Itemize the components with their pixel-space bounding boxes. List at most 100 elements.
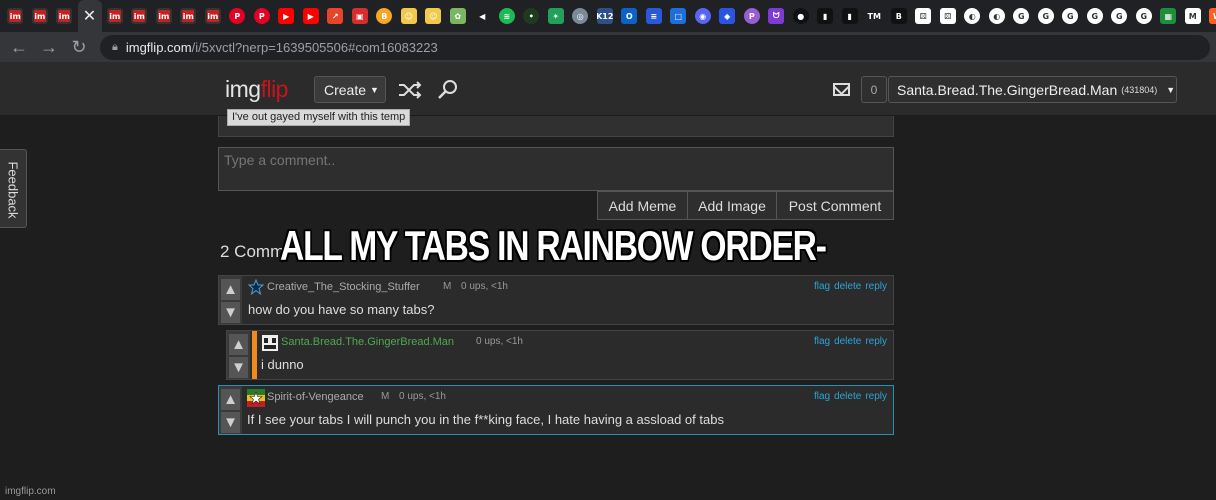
upvote-arrow-icon[interactable]: ▲ [221,389,240,410]
star-avatar-icon [248,279,264,295]
browser-tab[interactable]: ▣ [349,0,372,32]
browser-tab[interactable]: B [888,0,911,32]
delete-link[interactable]: delete [834,281,861,292]
user-menu-button[interactable]: Santa.Bread.The.GingerBread.Man (431804)… [888,76,1177,103]
close-tab-icon[interactable]: ✕ [83,6,96,26]
flag-link[interactable]: flag [814,391,830,402]
comment-actions: flag delete reply [810,281,887,292]
browser-tab[interactable]: W [1206,0,1216,32]
reply-link[interactable]: reply [865,336,887,347]
browser-tab[interactable]: P [251,0,274,32]
browser-tab[interactable]: im [177,0,200,32]
browser-tab[interactable]: im [128,0,151,32]
search-icon[interactable] [436,79,460,101]
browser-tab[interactable]: ● [790,0,813,32]
browser-tab[interactable]: ▶ [300,0,323,32]
browser-tab[interactable]: G [1108,0,1131,32]
google-favicon: G [1135,8,1152,24]
browser-tab[interactable]: im [153,0,176,32]
reload-icon[interactable]: ↻ [64,32,94,62]
browser-tab[interactable]: ◐ [986,0,1009,32]
browser-tab[interactable]: ◉ [692,0,715,32]
browser-tab[interactable]: ◎ [569,0,592,32]
browser-tab[interactable]: ✦ [545,0,568,32]
browser-tab[interactable]: ◆ [716,0,739,32]
downvote-arrow-icon[interactable]: ▼ [221,412,240,433]
add-image-button[interactable]: Add Image [687,191,777,220]
create-button[interactable]: Create ▼ [314,76,386,103]
browser-tab[interactable]: P [741,0,764,32]
image-tag[interactable]: I've out gayed myself with this temp [227,109,411,126]
browser-tab[interactable]: im [202,0,225,32]
delete-link[interactable]: delete [834,391,861,402]
feedback-tab[interactable]: Feedback [0,149,27,228]
browser-tab[interactable]: im [4,0,27,32]
browser-tab[interactable]: ⚄ [912,0,935,32]
browser-tab[interactable]: ≋ [496,0,519,32]
downvote-arrow-icon[interactable]: ▼ [221,302,240,323]
comment-input[interactable] [218,147,894,191]
browser-tab[interactable]: K12 [594,0,617,32]
browser-tab[interactable]: im [53,0,76,32]
browser-tab[interactable]: M [1182,0,1205,32]
browser-tab[interactable]: O [618,0,641,32]
comment-username[interactable]: Spirit-of-Vengeance [267,391,364,403]
post-comment-button[interactable]: Post Comment [776,191,894,220]
upvote-arrow-icon[interactable]: ▲ [221,279,240,300]
browser-tab[interactable]: ◐ [961,0,984,32]
white-globe-favicon: ◐ [988,8,1005,24]
browser-tab[interactable]: TM [863,0,886,32]
browser-tab[interactable]: ⚄ [937,0,960,32]
browser-tab-active[interactable]: ✕ [77,0,102,32]
upvote-arrow-icon[interactable]: ▲ [229,334,248,355]
comment-meta: 0 ups, <1h [399,391,446,402]
browser-tab[interactable]: ↗ [324,0,347,32]
browser-tab[interactable]: P [226,0,249,32]
imgflip-logo[interactable]: imgflip [225,76,288,103]
comment-reply: ▲ ▼ Santa.Bread.The.GingerBread.Man 0 up… [226,330,894,380]
comment-gender: M [443,281,452,292]
browser-tab[interactable]: ▮ [839,0,862,32]
browser-tab[interactable]: im [29,0,52,32]
comment-text: If I see your tabs I will punch you in t… [247,412,724,427]
comment-username[interactable]: Santa.Bread.The.GingerBread.Man [281,336,454,348]
back-arrow-icon[interactable]: ← [4,32,34,62]
browser-tab[interactable]: ☺ [398,0,421,32]
browser-tab[interactable]: ✿ [447,0,470,32]
imgflip-favicon: im [131,8,148,24]
browser-tab[interactable]: G [1084,0,1107,32]
comment-username[interactable]: Creative_The_Stocking_Stuffer [267,281,420,293]
flag-link[interactable]: flag [814,336,830,347]
reply-link[interactable]: reply [865,281,887,292]
browser-tab[interactable]: ▦ [1157,0,1180,32]
browser-toolbar: ← → ↻ 🔒︎ imgflip.com/i/5xvctl?nerp=16395… [0,32,1216,62]
browser-tab[interactable]: ≡ [643,0,666,32]
comments-count: 2 Comm [220,242,285,261]
address-bar[interactable]: 🔒︎ imgflip.com/i/5xvctl?nerp=1639505506#… [100,35,1210,60]
browser-tab[interactable]: G [1035,0,1058,32]
reply-link[interactable]: reply [865,391,887,402]
browser-tab[interactable]: ☺ [422,0,445,32]
flag-link[interactable]: flag [814,281,830,292]
google-favicon: G [1062,8,1079,24]
browser-tab[interactable]: ▮ [814,0,837,32]
black-b-favicon: B [890,8,907,24]
browser-tab[interactable]: ◀ [471,0,494,32]
browser-tab[interactable]: G [1133,0,1156,32]
browser-tab[interactable]: • [520,0,543,32]
mail-icon[interactable] [833,83,850,96]
globe-favicon: ◎ [572,8,589,24]
browser-tab[interactable]: B [373,0,396,32]
add-meme-button[interactable]: Add Meme [597,191,688,220]
notification-count[interactable]: 0 [861,76,887,103]
delete-link[interactable]: delete [834,336,861,347]
browser-tab[interactable]: ᗢ [765,0,788,32]
shuffle-icon[interactable] [398,79,422,101]
browser-tab[interactable]: G [1059,0,1082,32]
browser-tab[interactable]: G [1010,0,1033,32]
browser-tab[interactable]: □ [667,0,690,32]
browser-tab[interactable]: ▶ [275,0,298,32]
forward-arrow-icon[interactable]: → [34,32,64,62]
downvote-arrow-icon[interactable]: ▼ [229,357,248,378]
browser-tab[interactable]: im [104,0,127,32]
